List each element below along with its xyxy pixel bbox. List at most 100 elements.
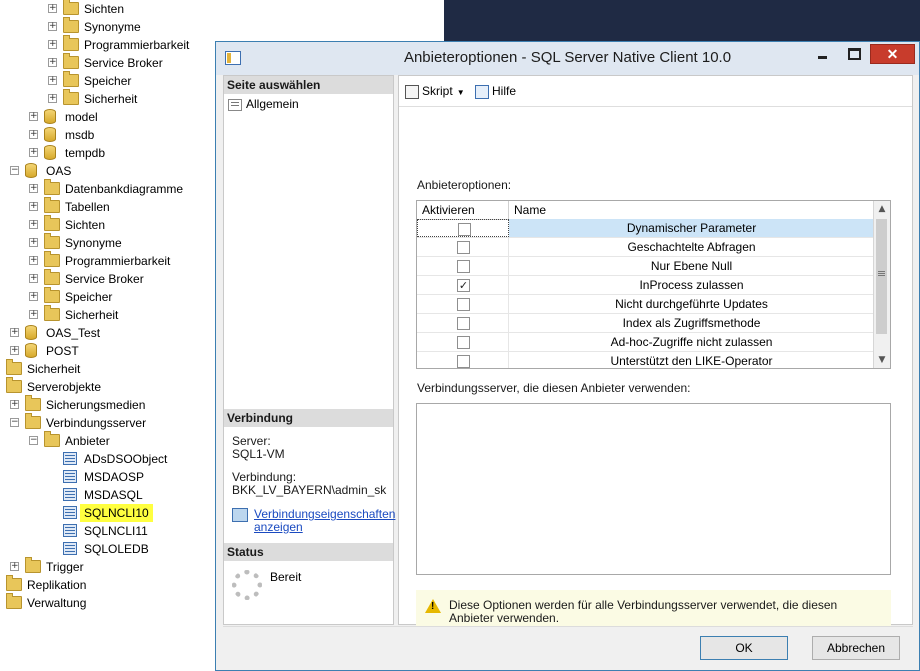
expand-icon[interactable]: + (29, 256, 38, 265)
enable-cell[interactable] (417, 295, 509, 313)
table-row[interactable]: Dynamischer Parameter (417, 219, 874, 238)
expand-icon[interactable]: + (48, 40, 57, 49)
collapse-icon[interactable]: − (10, 418, 19, 427)
database-icon (44, 109, 56, 124)
expand-icon[interactable]: + (29, 112, 38, 121)
tree-item-label: Programmierbarkeit (65, 254, 171, 268)
expand-icon[interactable]: + (29, 130, 38, 139)
expand-icon[interactable]: + (48, 58, 57, 67)
folder-icon (44, 215, 60, 231)
enable-cell[interactable] (417, 257, 509, 275)
table-row[interactable]: Geschachtelte Abfragen (417, 238, 874, 257)
option-name: InProcess zulassen (639, 278, 744, 292)
expand-icon[interactable]: + (10, 346, 19, 355)
enable-checkbox[interactable] (457, 241, 470, 254)
database-icon (25, 163, 37, 178)
table-row[interactable]: Ad-hoc-Zugriffe nicht zulassen (417, 333, 874, 352)
expand-icon[interactable]: + (48, 94, 57, 103)
connection-properties-link[interactable]: Verbindungseigenschaften anzeigen (254, 508, 395, 534)
expand-icon[interactable]: + (29, 202, 38, 211)
tree-item-label: model (65, 110, 98, 124)
enable-cell[interactable] (417, 238, 509, 256)
right-pane: Skript ▼ Hilfe Anbieteroptionen: Aktivier… (398, 75, 913, 650)
enable-cell[interactable] (417, 333, 509, 351)
enable-cell[interactable] (417, 314, 509, 332)
tree-item-label: MSDASQL (84, 488, 143, 502)
expand-icon[interactable]: + (48, 76, 57, 85)
help-label: Hilfe (492, 84, 517, 98)
expand-icon[interactable]: + (48, 22, 57, 31)
connection-header: Verbindung (224, 409, 393, 427)
server-value: SQL1-VM (232, 447, 285, 461)
toolbar: Skript ▼ Hilfe (399, 76, 912, 107)
expand-icon[interactable]: + (29, 184, 38, 193)
tree-item-label: OAS_Test (46, 326, 101, 340)
expand-icon[interactable]: + (10, 562, 19, 571)
page-item-general[interactable]: Allgemein (228, 96, 299, 112)
column-header-name[interactable]: Name (509, 201, 874, 219)
table-row[interactable]: ✓ InProcess zulassen (417, 276, 874, 295)
script-button[interactable]: Skript ▼ (405, 83, 465, 99)
help-icon (475, 84, 489, 99)
enable-checkbox[interactable] (457, 298, 470, 311)
expand-icon[interactable]: + (29, 292, 38, 301)
ok-button[interactable]: OK (700, 636, 788, 660)
enable-checkbox[interactable] (457, 317, 470, 330)
scrollbar-thumb[interactable] (876, 219, 887, 334)
grid-scrollbar[interactable]: ▲ ▼ (873, 201, 890, 368)
expand-icon[interactable]: + (29, 220, 38, 229)
expand-icon[interactable]: + (29, 148, 38, 157)
option-name: Geschachtelte Abfragen (627, 240, 756, 254)
collapse-icon[interactable]: − (10, 166, 19, 175)
enable-checkbox[interactable] (458, 223, 471, 236)
scroll-up-icon[interactable]: ▲ (874, 201, 890, 217)
tree-item-label: tempdb (65, 146, 106, 160)
option-name: Nicht durchgeführte Updates (615, 297, 768, 311)
scrollbar-grip-icon (878, 271, 885, 272)
tree-item-label: SQLOLEDB (84, 542, 149, 556)
option-name: Nur Ebene Null (650, 259, 733, 273)
option-name: Dynamischer Parameter (509, 219, 874, 237)
button-bar: OK Abbrechen (223, 626, 913, 667)
tree-item[interactable]: + Synonyme (0, 17, 444, 36)
folder-icon (63, 53, 79, 69)
tree-item-label: Sicherheit (84, 92, 138, 106)
tree-item[interactable]: + Sichten (0, 0, 444, 18)
tree-item-label: Synonyme (84, 20, 141, 34)
chevron-down-icon[interactable]: ▼ (457, 88, 465, 97)
enable-cell[interactable] (417, 352, 509, 368)
enable-cell[interactable]: ✓ (417, 276, 509, 294)
expand-icon[interactable]: + (48, 4, 57, 13)
column-header-enable[interactable]: Aktivieren (417, 201, 509, 219)
expand-icon[interactable]: + (10, 328, 19, 337)
progress-spinner-icon (232, 570, 262, 600)
maximize-button[interactable] (840, 44, 868, 64)
folder-icon (6, 575, 22, 591)
minimize-button[interactable] (808, 44, 836, 64)
enable-cell[interactable] (417, 219, 509, 237)
close-icon: ✕ (886, 46, 899, 62)
table-row[interactable]: Nicht durchgeführte Updates (417, 295, 874, 314)
enable-checkbox[interactable] (457, 336, 470, 349)
scroll-down-icon[interactable]: ▼ (874, 352, 890, 368)
enable-checkbox[interactable] (457, 355, 470, 368)
expand-icon[interactable]: + (10, 400, 19, 409)
table-row[interactable]: Unterstützt den LIKE-Operator (417, 352, 874, 368)
table-row[interactable]: Index als Zugriffsmethode (417, 314, 874, 333)
enable-checkbox[interactable]: ✓ (457, 279, 470, 292)
help-button[interactable]: Hilfe (475, 83, 516, 99)
tree-item-label: Datenbankdiagramme (65, 182, 184, 196)
close-button[interactable]: ✕ (870, 44, 915, 64)
cancel-button[interactable]: Abbrechen (812, 636, 900, 660)
option-name: Unterstützt den LIKE-Operator (610, 354, 773, 368)
collapse-icon[interactable]: − (29, 436, 38, 445)
expand-icon[interactable]: + (29, 274, 38, 283)
connection-properties-link-line2: anzeigen (254, 520, 303, 534)
expand-icon[interactable]: + (29, 310, 38, 319)
table-row[interactable]: Nur Ebene Null (417, 257, 874, 276)
minimize-icon (817, 55, 827, 59)
linked-servers-list[interactable] (416, 403, 891, 575)
dialog-titlebar[interactable]: Anbieteroptionen - SQL Server Native Cli… (216, 42, 919, 75)
expand-icon[interactable]: + (29, 238, 38, 247)
enable-checkbox[interactable] (457, 260, 470, 273)
